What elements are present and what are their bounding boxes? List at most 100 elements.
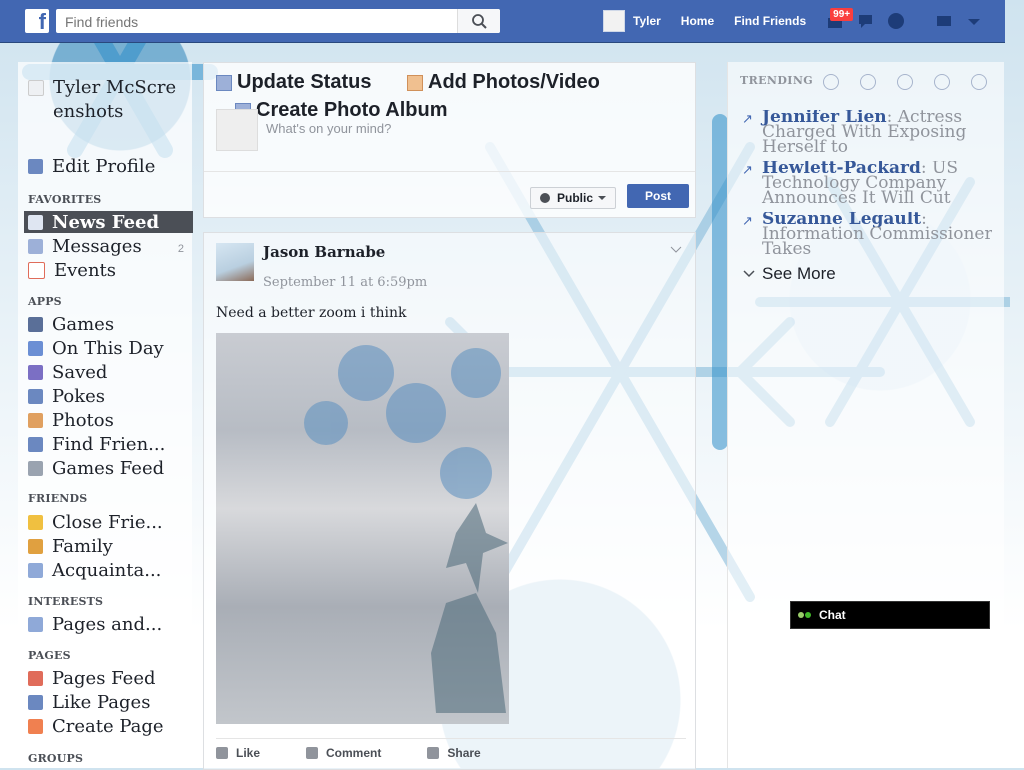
home-link[interactable]: Home: [681, 14, 714, 28]
edit-profile-label: Edit Profile: [52, 156, 156, 177]
pages-icon: [28, 617, 43, 632]
trending-entertainment-icon[interactable]: [971, 74, 987, 90]
share-button[interactable]: Share: [427, 746, 481, 760]
update-status-tab[interactable]: Update Status: [216, 71, 371, 94]
create-album-label: Create Photo Album: [256, 99, 448, 121]
messages-count: 2: [177, 243, 184, 255]
sidebar-item-create-page[interactable]: Create Page: [28, 716, 164, 737]
sidebar-item-profile[interactable]: Tyler McScreenshots: [28, 76, 183, 124]
star-icon: [28, 515, 43, 530]
messages-icon: [28, 239, 43, 254]
pages-feed-icon: [28, 671, 43, 686]
author-avatar[interactable]: [216, 243, 254, 281]
pages-header: PAGES: [28, 649, 71, 662]
trending-header: TRENDING: [740, 74, 814, 87]
photos-icon: [28, 413, 43, 428]
update-status-label: Update Status: [237, 71, 372, 93]
pages-and-label: Pages and...: [52, 614, 163, 635]
privacy-shortcuts-button[interactable]: [934, 12, 956, 30]
family-icon: [28, 539, 43, 554]
like-button[interactable]: Like: [216, 746, 260, 760]
favorites-header: FAVORITES: [28, 193, 102, 206]
facebook-logo[interactable]: f: [25, 9, 49, 34]
post-timestamp[interactable]: September 11 at 6:59pm: [263, 275, 427, 290]
trending-science-icon[interactable]: [897, 74, 913, 90]
sidebar-item-games[interactable]: Games: [28, 314, 114, 335]
chevron-down-icon[interactable]: [670, 245, 682, 255]
status-input[interactable]: What's on your mind?: [266, 121, 391, 136]
sidebar-item-on-this-day[interactable]: On This Day: [28, 338, 164, 359]
sidebar-item-messages[interactable]: Messages: [28, 236, 188, 257]
interests-header: INTERESTS: [28, 595, 104, 608]
on-this-day-label: On This Day: [52, 338, 164, 359]
post-photo[interactable]: [216, 333, 509, 724]
privacy-label: Public: [557, 191, 594, 205]
author-name[interactable]: Jason Barnabe: [263, 243, 385, 261]
chat-bar[interactable]: Chat: [790, 601, 990, 629]
sidebar-item-news-feed[interactable]: News Feed: [24, 211, 193, 233]
profile-name: Tyler McScreenshots: [53, 77, 177, 122]
like-pages-label: Like Pages: [52, 692, 151, 713]
games-feed-label: Games Feed: [52, 458, 165, 479]
globe-icon: [540, 193, 550, 203]
sidebar-item-pages-and[interactable]: Pages and...: [28, 614, 162, 635]
news-feed-icon: [28, 214, 43, 230]
privacy-icon: [937, 16, 952, 26]
see-more-link[interactable]: See More: [742, 264, 836, 284]
sidebar-item-like-pages[interactable]: Like Pages: [28, 692, 150, 713]
saved-label: Saved: [52, 362, 108, 383]
trending-item[interactable]: ↗ Jennifer Lien: Actress Charged With Ex…: [742, 110, 992, 156]
sidebar-item-pages-feed[interactable]: Pages Feed: [28, 668, 156, 689]
sidebar-item-family[interactable]: Family: [28, 536, 113, 557]
notifications-button[interactable]: [886, 12, 908, 30]
account-menu-button[interactable]: [964, 12, 986, 30]
pokes-label: Pokes: [52, 386, 106, 407]
sidebar-item-edit-profile[interactable]: Edit Profile: [28, 156, 155, 177]
sidebar-item-close-friends[interactable]: Close Frie...: [28, 512, 163, 533]
sidebar-item-games-feed[interactable]: Games Feed: [28, 458, 164, 479]
friend-requests-button[interactable]: 99+: [826, 8, 854, 30]
apps-header: APPS: [28, 295, 62, 308]
chevron-down-icon: [743, 270, 755, 278]
profile-link[interactable]: Tyler: [633, 14, 661, 28]
notification-badge: 99+: [830, 8, 854, 21]
trending-politics-icon[interactable]: [860, 74, 876, 90]
games-icon: [28, 317, 43, 332]
comment-button[interactable]: Comment: [306, 746, 381, 760]
trending-item[interactable]: ↗ Suzanne Legault: Information Commissio…: [742, 212, 992, 258]
user-avatar[interactable]: [603, 10, 625, 32]
sidebar-item-saved[interactable]: Saved: [28, 362, 107, 383]
create-album-tab[interactable]: Create Photo Album: [235, 99, 448, 122]
thumbs-up-icon: [216, 747, 228, 759]
search-button[interactable]: [457, 9, 500, 33]
add-photos-tab[interactable]: Add Photos/Video: [407, 71, 600, 94]
acquaintances-label: Acquainta...: [52, 560, 162, 581]
post-button[interactable]: Post: [627, 184, 689, 208]
trending-arrow-icon: ↗: [742, 214, 753, 229]
chevron-down-icon: [968, 19, 981, 25]
trending-item[interactable]: ↗ Hewlett-Packard: US Technology Company…: [742, 161, 992, 207]
sidebar-item-pokes[interactable]: Pokes: [28, 386, 105, 407]
photo-icon: [407, 74, 423, 91]
find-friends-label: Find Frien...: [52, 434, 166, 455]
search-input[interactable]: [63, 10, 457, 34]
find-friends-icon: [28, 437, 43, 452]
acquaintances-icon: [28, 563, 43, 578]
photo-content: [304, 345, 508, 713]
right-column: TRENDING ↗ Jennifer Lien: Actress Charge…: [727, 62, 1004, 768]
events-label: Events: [54, 260, 117, 281]
sidebar-item-find-friends[interactable]: Find Frien...: [28, 434, 165, 455]
chat-label: Chat: [819, 608, 846, 622]
close-friends-label: Close Frie...: [52, 512, 163, 533]
find-friends-link[interactable]: Find Friends: [734, 14, 806, 28]
trending-sports-icon[interactable]: [934, 74, 950, 90]
search-icon: [472, 14, 487, 29]
create-page-icon: [28, 719, 43, 734]
sidebar-item-photos[interactable]: Photos: [28, 410, 114, 431]
sidebar-item-acquaintances[interactable]: Acquainta...: [28, 560, 161, 581]
privacy-selector[interactable]: Public: [530, 187, 616, 209]
trending-top-icon[interactable]: [823, 74, 839, 90]
messages-button[interactable]: [856, 12, 878, 30]
sidebar-item-events[interactable]: Events: [28, 260, 116, 281]
status-composer: Update Status Add Photos/Video Create Ph…: [203, 62, 696, 218]
